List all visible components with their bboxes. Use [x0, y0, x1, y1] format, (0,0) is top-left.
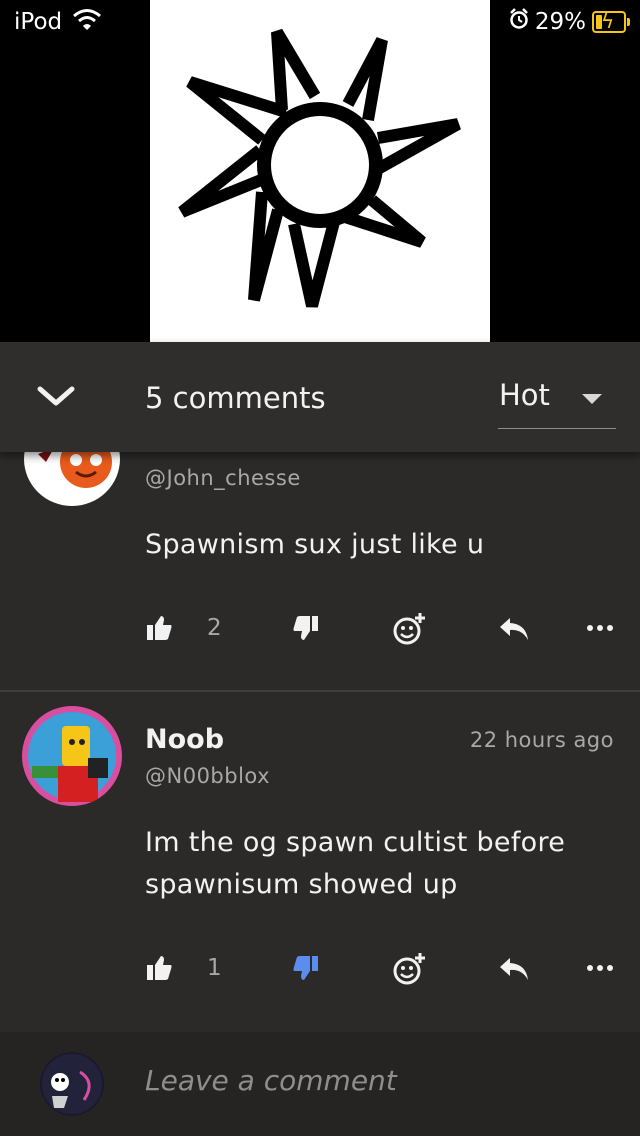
- reply-icon[interactable]: [498, 616, 530, 642]
- sort-label: Hot: [499, 378, 550, 412]
- dislike-icon-active[interactable]: [292, 954, 320, 982]
- status-left: iPod: [14, 8, 102, 36]
- like-count: 1: [207, 955, 222, 981]
- post-image[interactable]: [150, 0, 490, 342]
- reply-icon[interactable]: [498, 956, 530, 982]
- sort-dropdown[interactable]: Hot: [498, 374, 616, 429]
- comment-input[interactable]: Leave a comment: [145, 1064, 397, 1097]
- more-icon[interactable]: [586, 624, 614, 632]
- comment-text-line2: spawnisum showed up: [145, 869, 458, 900]
- add-reaction-icon[interactable]: [392, 612, 428, 646]
- caret-down-icon: [582, 394, 602, 404]
- like-icon[interactable]: [145, 614, 173, 642]
- comments-count: 5 comments: [145, 381, 326, 415]
- like-icon[interactable]: [145, 954, 173, 982]
- battery-charging-icon: ϟ: [592, 9, 630, 33]
- comment-text-line1: Im the og spawn cultist before: [145, 827, 566, 858]
- alarm-icon: [509, 8, 529, 36]
- more-icon[interactable]: [586, 964, 614, 972]
- comment-divider: [0, 690, 640, 692]
- comment-timestamp: 22 hours ago: [469, 728, 614, 752]
- chevron-down-icon[interactable]: [34, 375, 78, 419]
- comment-text: Spawnism sux just like u: [145, 529, 485, 560]
- comment-handle[interactable]: @John_chesse: [145, 466, 301, 490]
- add-reaction-icon[interactable]: [392, 952, 428, 986]
- battery-percent: 29%: [534, 9, 586, 35]
- sun-star-icon: [178, 28, 461, 308]
- status-right: 29% ϟ: [509, 8, 630, 36]
- comment-handle[interactable]: @N00bblox: [145, 764, 270, 788]
- avatar[interactable]: [22, 706, 122, 806]
- comment-username[interactable]: Noob: [145, 724, 224, 755]
- wifi-icon: [72, 8, 102, 36]
- like-count: 2: [207, 615, 222, 641]
- user-avatar: [40, 1052, 104, 1116]
- dislike-icon[interactable]: [292, 614, 320, 642]
- device-name: iPod: [14, 9, 63, 35]
